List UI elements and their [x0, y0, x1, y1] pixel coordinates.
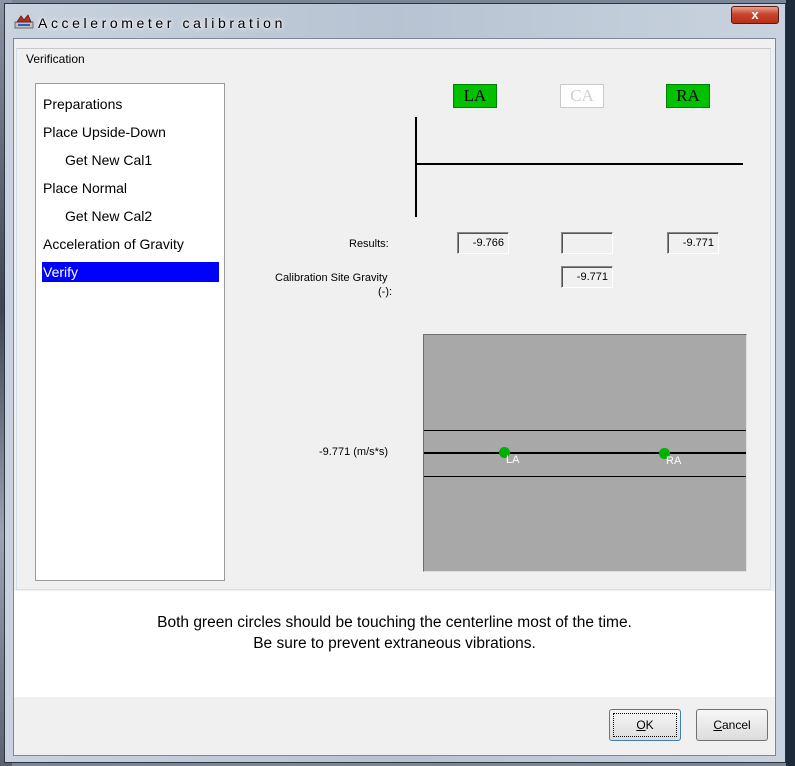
step-item-verify[interactable]: Verify [42, 262, 219, 282]
site-gravity-label: Calibration Site Gravity [275, 272, 388, 284]
step-item-get-new-cal2[interactable]: Get New Cal2 [65, 206, 152, 226]
result-ra-field: -9.771 [667, 232, 719, 254]
step-item-place-normal[interactable]: Place Normal [43, 178, 127, 198]
plot-upper-limit-line [424, 430, 746, 431]
la-indicator-label: LA [506, 454, 520, 466]
close-icon: x [751, 7, 759, 22]
axis-vertical-line [415, 117, 417, 217]
channel-ra-label: RA [666, 84, 710, 108]
ra-indicator-label: RA [666, 455, 682, 467]
accelerometer-app-icon [14, 14, 34, 29]
ok-button-accelerator: O [636, 718, 646, 732]
ok-button-label: K [645, 718, 654, 732]
instruction-line-1: Both green circles should be touching th… [157, 614, 632, 631]
dialog-client-area: Verification Preparations Place Upside-D… [13, 38, 776, 756]
cancel-button-accelerator: C [713, 718, 722, 732]
step-item-place-upside-down[interactable]: Place Upside-Down [43, 122, 166, 142]
plot-lower-limit-line [424, 476, 746, 477]
channel-la-label: LA [453, 84, 497, 108]
close-button[interactable]: x [731, 6, 779, 24]
axis-horizontal-line [415, 163, 743, 165]
step-item-get-new-cal1[interactable]: Get New Cal1 [65, 150, 152, 170]
step-list[interactable]: Preparations Place Upside-Down Get New C… [35, 83, 225, 581]
channel-ca-label: CA [560, 84, 604, 108]
step-item-preparations[interactable]: Preparations [43, 94, 122, 114]
instruction-line-2: Be sure to prevent extraneous vibrations… [253, 635, 536, 652]
title-bar[interactable]: Accelerometer calibration x [5, 4, 785, 38]
result-ca-field [561, 232, 613, 254]
plot-center-value-label: -9.771 (m/s*s) [319, 446, 389, 458]
results-label: Results: [349, 238, 389, 250]
window-title: Accelerometer calibration [38, 15, 286, 31]
calibration-dialog: Accelerometer calibration x Verification… [4, 3, 786, 763]
site-gravity-field: -9.771 [561, 266, 613, 288]
ok-button[interactable]: OK [609, 709, 681, 741]
verification-group: Verification Preparations Place Upside-D… [16, 48, 771, 590]
cancel-button[interactable]: Cancel [696, 709, 768, 741]
instruction-area: Both green circles should be touching th… [14, 591, 775, 697]
step-item-acceleration-of-gravity[interactable]: Acceleration of Gravity [43, 234, 184, 254]
plot-centerline [424, 452, 746, 454]
cancel-button-label: ancel [721, 718, 751, 732]
site-gravity-unit-label: (-): [378, 286, 393, 298]
desktop-background-right [786, 0, 795, 766]
verification-plot: LA RA [423, 334, 747, 572]
verification-group-legend: Verification [23, 52, 88, 66]
result-la-field: -9.766 [457, 232, 509, 254]
